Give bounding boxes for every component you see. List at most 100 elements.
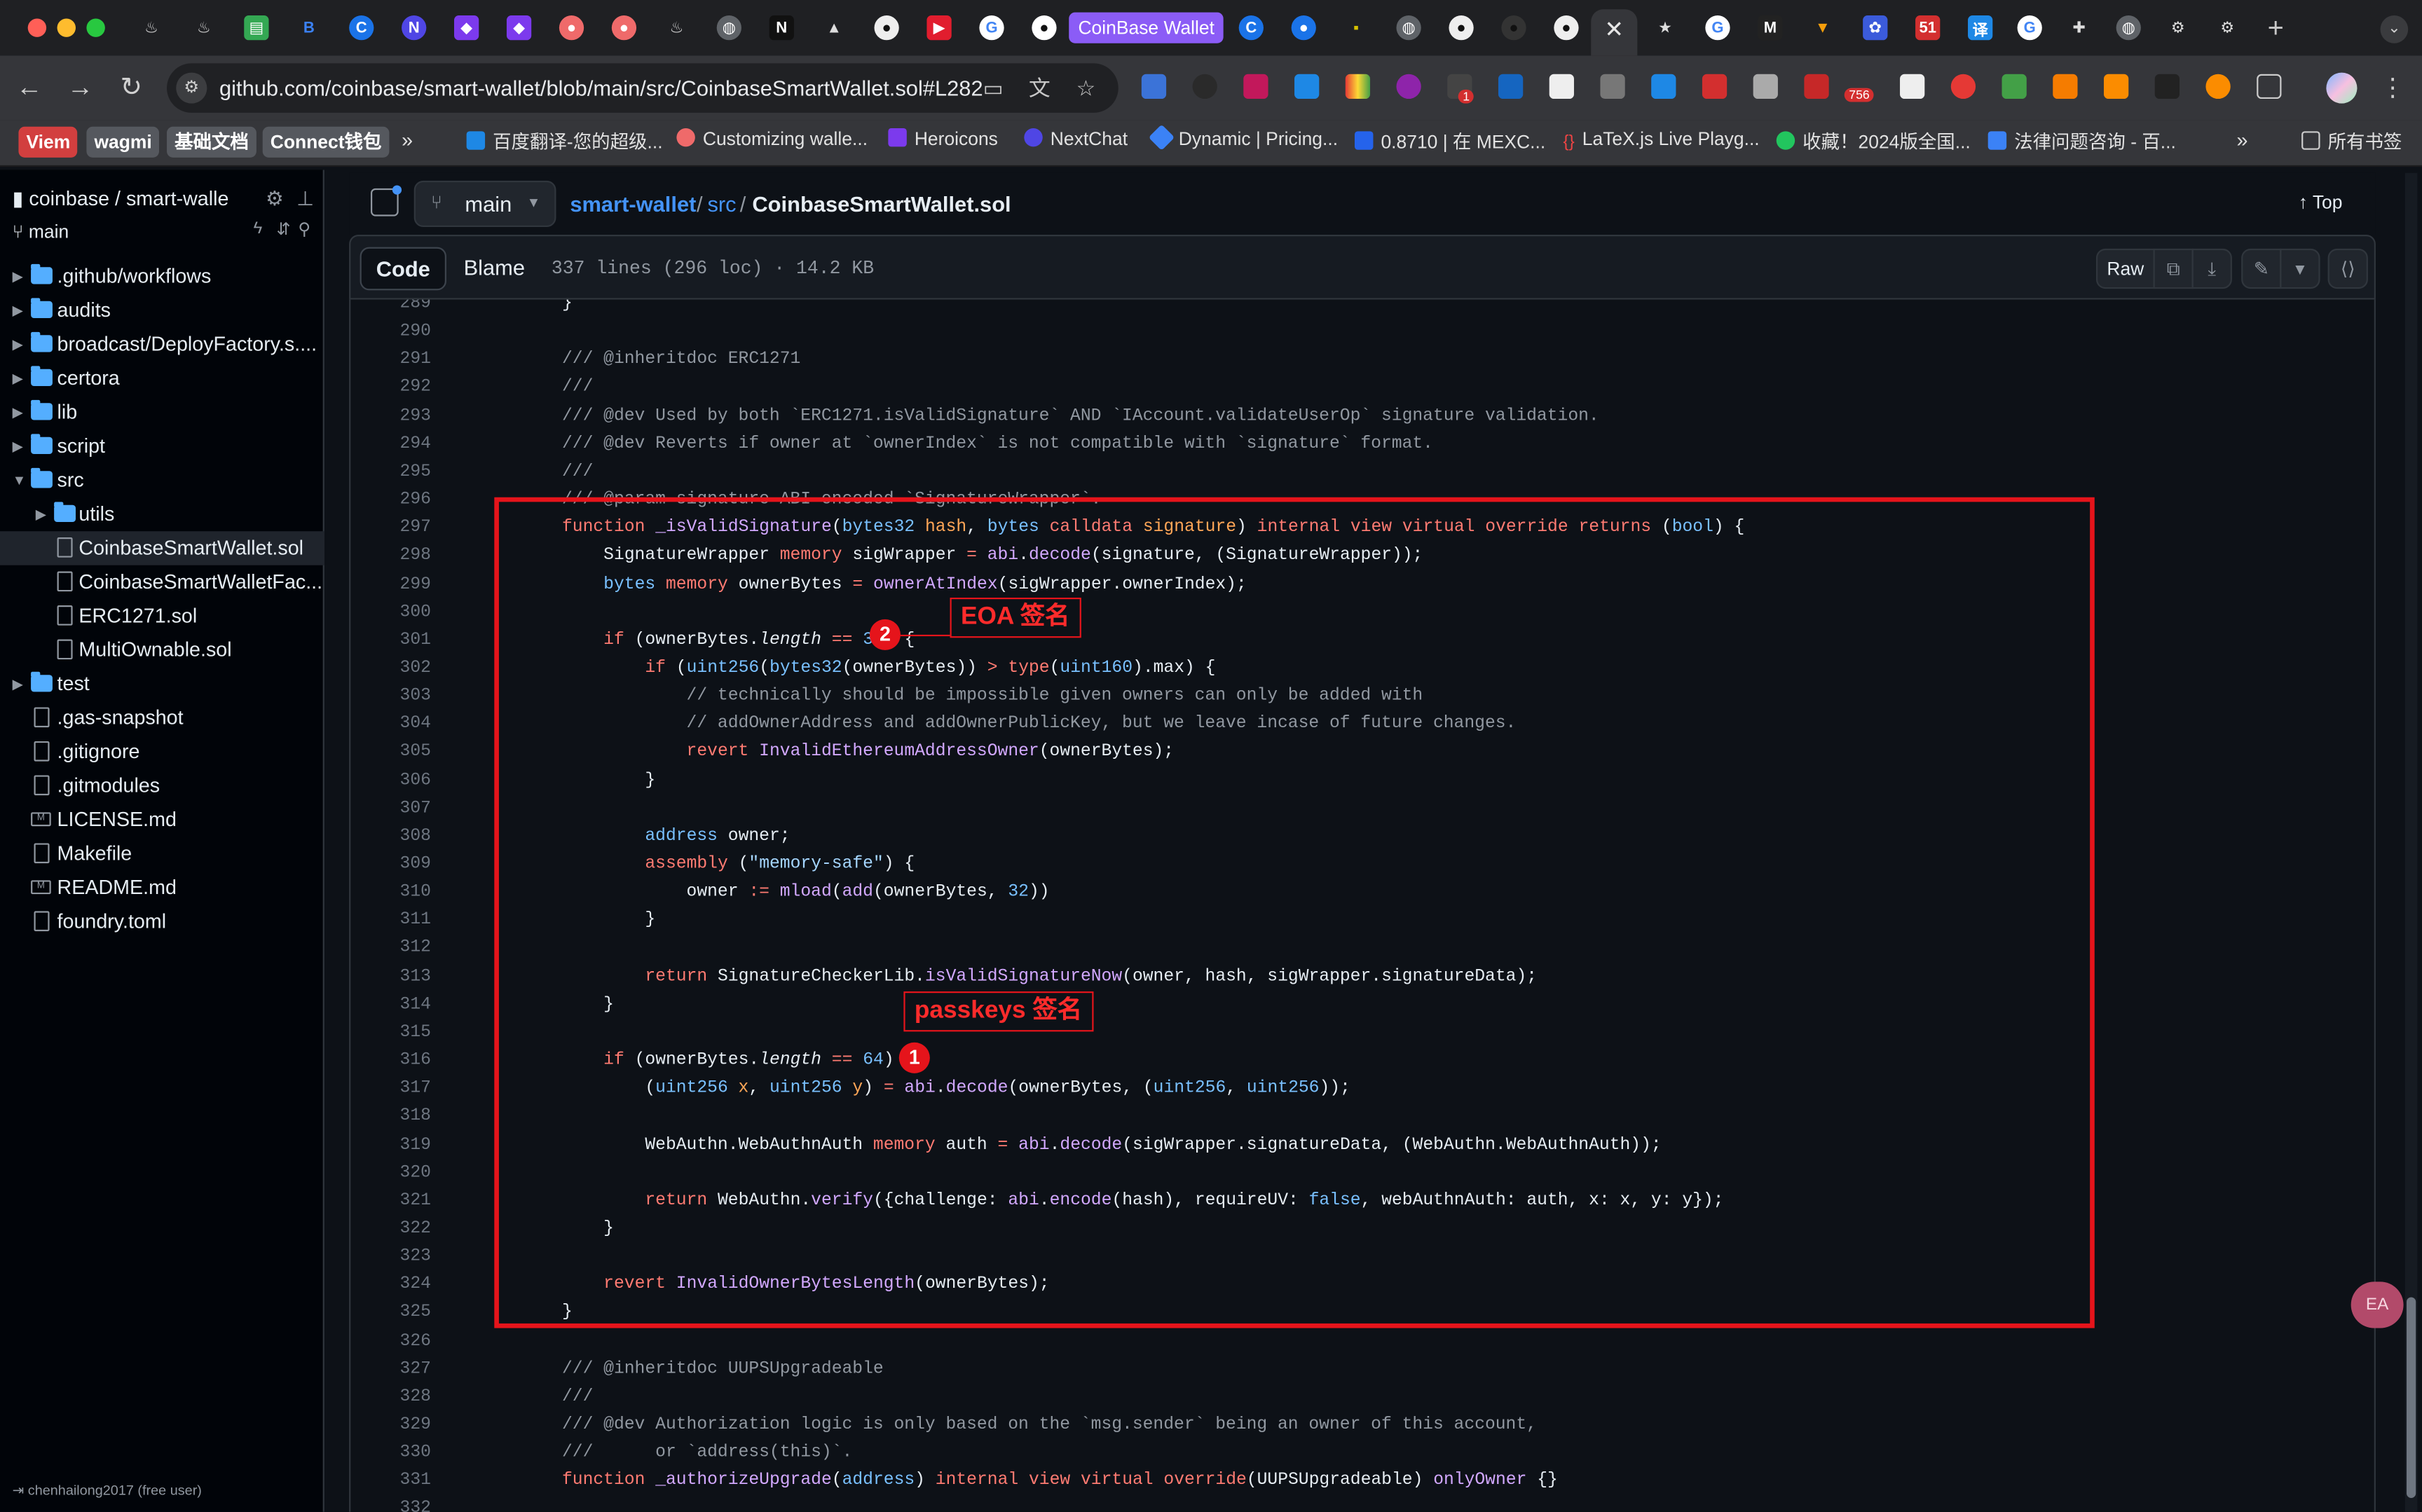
bookmark-latexjs[interactable]: {} LaTeX.js Live Playg...	[1564, 128, 1760, 151]
line-number[interactable]: 300	[350, 598, 431, 626]
extension-okx-icon[interactable]	[2154, 74, 2180, 99]
line-number[interactable]: 311	[350, 907, 431, 935]
line-number[interactable]: 326	[350, 1328, 431, 1356]
line-number[interactable]: 289	[350, 300, 431, 318]
site-info-icon[interactable]: ⚙	[176, 72, 207, 104]
extension-lock-icon[interactable]	[2002, 74, 2027, 99]
branch-select-button[interactable]: ⑂ main ▼	[413, 180, 556, 228]
sidebar-branch[interactable]: ⑂ main	[13, 221, 69, 242]
extension-bars-icon[interactable]	[1498, 74, 1524, 99]
bookmarks-overflow-chevron-icon[interactable]: »	[402, 128, 413, 151]
settings-gear-icon[interactable]: ⚙	[266, 187, 284, 212]
tab-baidu-icon[interactable]: ✿	[1863, 15, 1888, 41]
bookmark-customizing-wallet[interactable]: Customizing walle...	[676, 128, 868, 150]
line-number[interactable]: 331	[350, 1468, 431, 1496]
translate-icon[interactable]: 文	[1026, 74, 1054, 102]
line-number[interactable]: 313	[350, 963, 431, 991]
extension-qr-icon[interactable]	[1753, 74, 1778, 99]
tab-code[interactable]: Code	[360, 247, 446, 291]
extension-face-icon[interactable]	[1396, 74, 1421, 99]
bookmarks-more-chevron-icon[interactable]: »	[2237, 128, 2248, 151]
line-number[interactable]: 303	[350, 682, 431, 710]
search-icon[interactable]: ⚲	[298, 219, 310, 239]
line-number[interactable]: 310	[350, 879, 431, 907]
tree-folder-utils[interactable]: ▶ utils	[0, 497, 324, 531]
address-bar[interactable]: ⚙ github.com/coinbase/smart-wallet/blob/…	[167, 63, 1118, 113]
tab-google-icon[interactable]: G	[1705, 15, 1730, 41]
tab-sheets-icon[interactable]: ▤	[244, 15, 269, 41]
tab-extension-icon[interactable]: ✚	[2067, 15, 2091, 40]
edit-dropdown-chevron-icon[interactable]: ▾	[2280, 248, 2320, 289]
tab-globe-icon[interactable]: ◍	[716, 15, 741, 41]
line-number[interactable]: 317	[350, 1075, 431, 1103]
tab-github-icon[interactable]: ●	[1554, 15, 1579, 41]
tab-nextchat-icon[interactable]: N	[402, 15, 427, 41]
line-number[interactable]: 299	[350, 570, 431, 598]
tab-google-icon[interactable]: G	[979, 15, 1004, 41]
line-number[interactable]: 290	[350, 318, 431, 346]
tree-file-makefile[interactable]: Makefile	[0, 837, 324, 871]
tab-google-icon[interactable]: G	[2017, 15, 2042, 41]
tab-coinbase-icon[interactable]: ●	[1291, 15, 1316, 41]
line-number[interactable]: 330	[350, 1440, 431, 1468]
extension-wave-icon[interactable]	[1294, 74, 1320, 99]
new-tab-plus-icon[interactable]: +	[2268, 13, 2284, 45]
tree-file-gas-snapshot[interactable]: .gas-snapshot	[0, 701, 324, 735]
line-number[interactable]: 305	[350, 738, 431, 767]
extension-chart-icon[interactable]	[1345, 74, 1371, 99]
extension-red-icon[interactable]	[1804, 74, 1829, 99]
line-number[interactable]: 322	[350, 1215, 431, 1243]
tree-folder-certora[interactable]: ▶ certora	[0, 362, 324, 395]
line-number[interactable]: 302	[350, 654, 431, 682]
bolt-icon[interactable]: ϟ	[253, 219, 262, 238]
line-number[interactable]: 323	[350, 1244, 431, 1272]
collapse-icon[interactable]: ⇵	[277, 219, 291, 239]
maximize-window-button[interactable]	[86, 18, 105, 37]
extension-h-icon[interactable]	[1600, 74, 1625, 99]
extension-wallet-icon[interactable]	[1702, 74, 1727, 99]
extension-grid-icon[interactable]	[1243, 74, 1268, 99]
bookmark-star-icon[interactable]: ☆	[1072, 74, 1100, 102]
bookmark-nextchat[interactable]: NextChat	[1024, 128, 1128, 150]
tab-vite-icon[interactable]: ▼	[1810, 15, 1835, 40]
symbols-panel-icon[interactable]: ⟨⟩	[2327, 248, 2368, 289]
tree-file-gitmodules[interactable]: .gitmodules	[0, 769, 324, 803]
tab-globe-icon[interactable]: ◍	[1396, 15, 1421, 41]
bookmark-wagmi[interactable]: wagmi	[86, 126, 160, 158]
tab-star-icon[interactable]: ★	[1653, 15, 1677, 40]
tab-github-icon[interactable]: ●	[1501, 15, 1526, 41]
tree-folder-test[interactable]: ▶ test	[0, 667, 324, 701]
line-number[interactable]: 320	[350, 1159, 431, 1187]
pin-icon[interactable]: ⊥	[296, 187, 314, 212]
tree-folder-broadcast[interactable]: ▶ broadcast/DeployFactory.s....	[0, 327, 324, 361]
line-number[interactable]: 312	[350, 935, 431, 963]
line-number[interactable]: 306	[350, 767, 431, 795]
tab-notion-icon[interactable]: N	[769, 15, 794, 41]
line-number[interactable]: 316	[350, 1047, 431, 1075]
tab-bar-icon[interactable]: ▪	[1344, 15, 1369, 40]
metamask-fox-icon[interactable]	[2053, 74, 2078, 99]
back-arrow-icon[interactable]: ←	[13, 71, 46, 104]
tab-coinbase-icon[interactable]: C	[1238, 15, 1264, 41]
tree-file-foundry-toml[interactable]: foundry.toml	[0, 905, 324, 939]
bookmark-viem[interactable]: Viem	[18, 126, 78, 158]
line-number[interactable]: 318	[350, 1103, 431, 1131]
line-number[interactable]: 325	[350, 1300, 431, 1328]
tab-flame-icon[interactable]: ♨	[664, 15, 689, 40]
tab-coinbase-wallet[interactable]: CoinBase Wallet	[1069, 12, 1224, 43]
tree-file-erc1271[interactable]: ERC1271.sol	[0, 599, 324, 633]
tree-file-coinbasesmartwalletfactory[interactable]: CoinbaseSmartWalletFac...	[0, 565, 324, 599]
line-number[interactable]: 294	[350, 430, 431, 458]
forward-arrow-icon[interactable]: →	[63, 71, 97, 104]
tab-chat-icon[interactable]: ●	[559, 15, 584, 41]
line-number[interactable]: 307	[350, 795, 431, 823]
line-number[interactable]: 296	[350, 486, 431, 514]
back-to-top-link[interactable]: ↑ Top	[2299, 191, 2343, 213]
tab-translate-icon[interactable]: 译	[1968, 15, 1993, 41]
extension-person-icon[interactable]	[1651, 74, 1676, 99]
scrollbar-thumb[interactable]	[2406, 1297, 2416, 1498]
minimize-window-button[interactable]	[57, 18, 76, 37]
line-number[interactable]: 314	[350, 991, 431, 1019]
tab-arweave-icon[interactable]: ▲	[822, 15, 847, 40]
extension-arrow-icon[interactable]	[2103, 74, 2129, 99]
